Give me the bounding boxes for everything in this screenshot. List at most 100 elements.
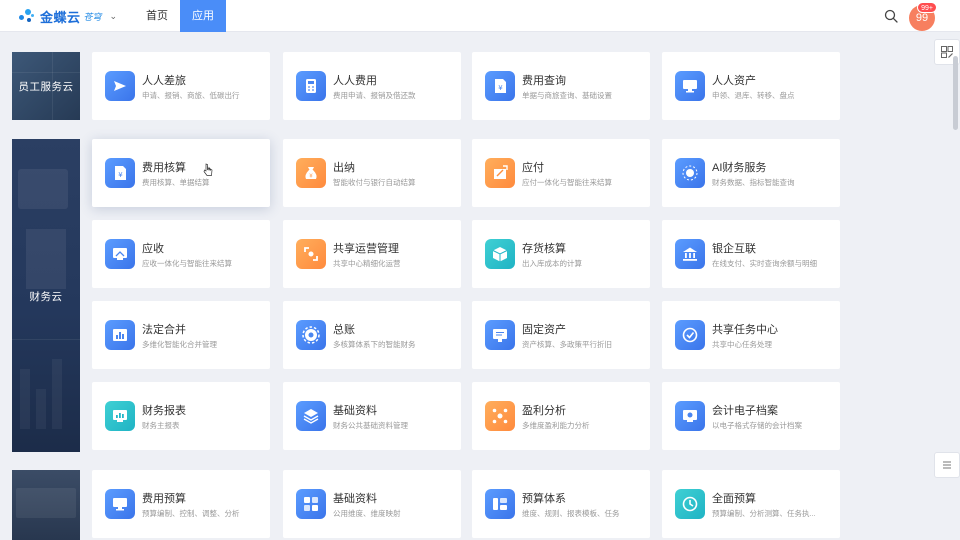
app-card[interactable]: 费用预算预算编制、控制、调整、分析	[92, 470, 270, 538]
app-card[interactable]: 会计电子档案 以电子格式存储的会计档案	[662, 382, 840, 450]
app-card[interactable]: 人人资产 申领、退库、转移、盘点	[662, 52, 840, 120]
logo-text: 金蝶云	[40, 9, 81, 25]
app-card[interactable]: 应付应付一体化与智能往来结算	[472, 139, 650, 207]
card-description: 申请、报销、商旅、低碳出行	[142, 91, 240, 100]
app-card[interactable]: 银企互联在线支付、实时查询余额与明细	[662, 220, 840, 288]
app-card[interactable]: ¥ 出纳 智能收付与银行自动结算	[283, 139, 461, 207]
scrollbar-thumb[interactable]	[953, 56, 958, 130]
task-icon	[675, 320, 705, 350]
yuan-doc-icon: ¥	[105, 158, 135, 188]
card-title: 固定资产	[522, 324, 566, 336]
app-card[interactable]: 共享运营管理 共享中心精细化运营	[283, 220, 461, 288]
logo-mark-icon	[18, 7, 36, 25]
card-description: 资产核算、多政策平行折旧	[522, 340, 612, 349]
app-card[interactable]: 存货核算 出入库成本的计算	[472, 220, 650, 288]
card-title: 应付	[522, 162, 544, 174]
card-description: 预算编制、分析测算、任务执...	[712, 509, 816, 518]
calculator-icon	[296, 71, 326, 101]
app-card[interactable]: 基础资料公用维度、维度映射	[283, 470, 461, 538]
card-description: 在线支付、实时查询余额与明细	[712, 259, 817, 268]
monitor-icon	[105, 489, 135, 519]
app-card[interactable]: 固定资产资产核算、多政策平行折旧	[472, 301, 650, 369]
ai-icon	[675, 158, 705, 188]
grid-icon	[296, 489, 326, 519]
box-icon	[485, 239, 515, 269]
card-title: 银企互联	[712, 243, 756, 255]
monitor-icon	[675, 71, 705, 101]
card-title: 基础资料	[333, 405, 377, 417]
app-card[interactable]: 法定合并 多维化智能化合并管理	[92, 301, 270, 369]
app-card[interactable]: 人人费用费用申请、报销及借还款	[283, 52, 461, 120]
card-title: 预算体系	[522, 493, 566, 505]
app-card[interactable]: AI财务服务 财务数据、指标智能查询	[662, 139, 840, 207]
layout-edit-icon	[941, 46, 953, 58]
card-description: 财务公共基础资料管理	[333, 421, 408, 430]
card-description: 应付一体化与智能往来结算	[522, 178, 612, 187]
app-card[interactable]: 基础资料财务公共基础资料管理	[283, 382, 461, 450]
report-icon	[105, 401, 135, 431]
archive-icon	[675, 401, 705, 431]
card-description: 费用核算、单据结算	[142, 178, 210, 187]
list-icon	[943, 461, 951, 469]
card-title: 人人费用	[333, 75, 377, 87]
mouse-cursor-icon	[203, 163, 213, 176]
card-title: 共享任务中心	[712, 324, 778, 336]
card-title: 财务报表	[142, 405, 186, 417]
card-description: 申领、退库、转移、盘点	[712, 91, 795, 100]
send-icon	[105, 71, 135, 101]
payable-icon	[485, 158, 515, 188]
shared-ops-icon	[296, 239, 326, 269]
app-card[interactable]: ¥ 费用查询单据与商旅查询、基础设置	[472, 52, 650, 120]
app-card[interactable]: 预算体系 维度、规则、报表模板、任务	[472, 470, 650, 538]
money-bag-icon: ¥	[296, 158, 326, 188]
app-logo[interactable]: 金蝶云 苍穹 ⌄	[18, 7, 117, 25]
card-description: 应收一体化与智能往来结算	[142, 259, 232, 268]
card-title: 基础资料	[333, 493, 377, 505]
card-description: 公用维度、维度映射	[333, 509, 401, 518]
card-title: 应收	[142, 243, 164, 255]
app-card[interactable]: 总账多核算体系下的智能财务	[283, 301, 461, 369]
top-bar: 金蝶云 苍穹 ⌄ 首页 应用 99 99+	[0, 0, 960, 32]
card-description: 多维度盈利能力分析	[522, 421, 590, 430]
app-card[interactable]: 人人差旅 申请、报销、商旅、低碳出行	[92, 52, 270, 120]
network-icon	[485, 401, 515, 431]
card-description: 多维化智能化合并管理	[142, 340, 217, 349]
app-card[interactable]: 应收应收一体化与智能往来结算	[92, 220, 270, 288]
card-title: 费用查询	[522, 75, 566, 87]
card-title: 总账	[333, 324, 355, 336]
search-icon[interactable]	[884, 9, 898, 23]
section-label: 员工服务云	[18, 81, 74, 93]
tab-home[interactable]: 首页	[134, 0, 180, 32]
card-description: 以电子格式存储的会计档案	[712, 421, 802, 430]
app-card[interactable]: 共享任务中心 共享中心任务处理	[662, 301, 840, 369]
chevron-down-icon[interactable]: ⌄	[110, 11, 118, 22]
section-banner-budget	[12, 470, 80, 540]
app-card[interactable]: ¥ 费用核算 费用核算、单据结算	[92, 139, 270, 207]
card-description: 共享中心精细化运营	[333, 259, 401, 268]
card-description: 出入库成本的计算	[522, 259, 582, 268]
notification-badge: 99+	[917, 2, 937, 13]
receivable-icon	[105, 239, 135, 269]
logo-subtext: 苍穹	[83, 11, 102, 22]
bars-icon	[485, 489, 515, 519]
svg-text:¥: ¥	[118, 171, 123, 179]
card-description: 费用申请、报销及借还款	[333, 91, 416, 100]
tab-apps[interactable]: 应用	[180, 0, 226, 32]
yuan-doc-icon: ¥	[485, 71, 515, 101]
card-description: 单据与商旅查询、基础设置	[522, 91, 612, 100]
card-title: 费用预算	[142, 493, 186, 505]
card-title: 共享运营管理	[333, 243, 399, 255]
svg-text:¥: ¥	[498, 84, 503, 92]
section-banner-finance: 财务云	[12, 139, 80, 452]
app-card[interactable]: 盈利分析多维度盈利能力分析	[472, 382, 650, 450]
app-card[interactable]: 财务报表 财务主报表	[92, 382, 270, 450]
merge-chart-icon	[105, 320, 135, 350]
section-banner-staff-service: 员工服务云	[12, 52, 80, 120]
menu-button[interactable]	[934, 452, 960, 478]
card-title: 盈利分析	[522, 405, 566, 417]
bank-icon	[675, 239, 705, 269]
card-description: 预算编制、控制、调整、分析	[142, 509, 240, 518]
screen-icon	[485, 320, 515, 350]
card-description: 多核算体系下的智能财务	[333, 340, 416, 349]
app-card[interactable]: 全面预算 预算编制、分析测算、任务执...	[662, 470, 840, 538]
